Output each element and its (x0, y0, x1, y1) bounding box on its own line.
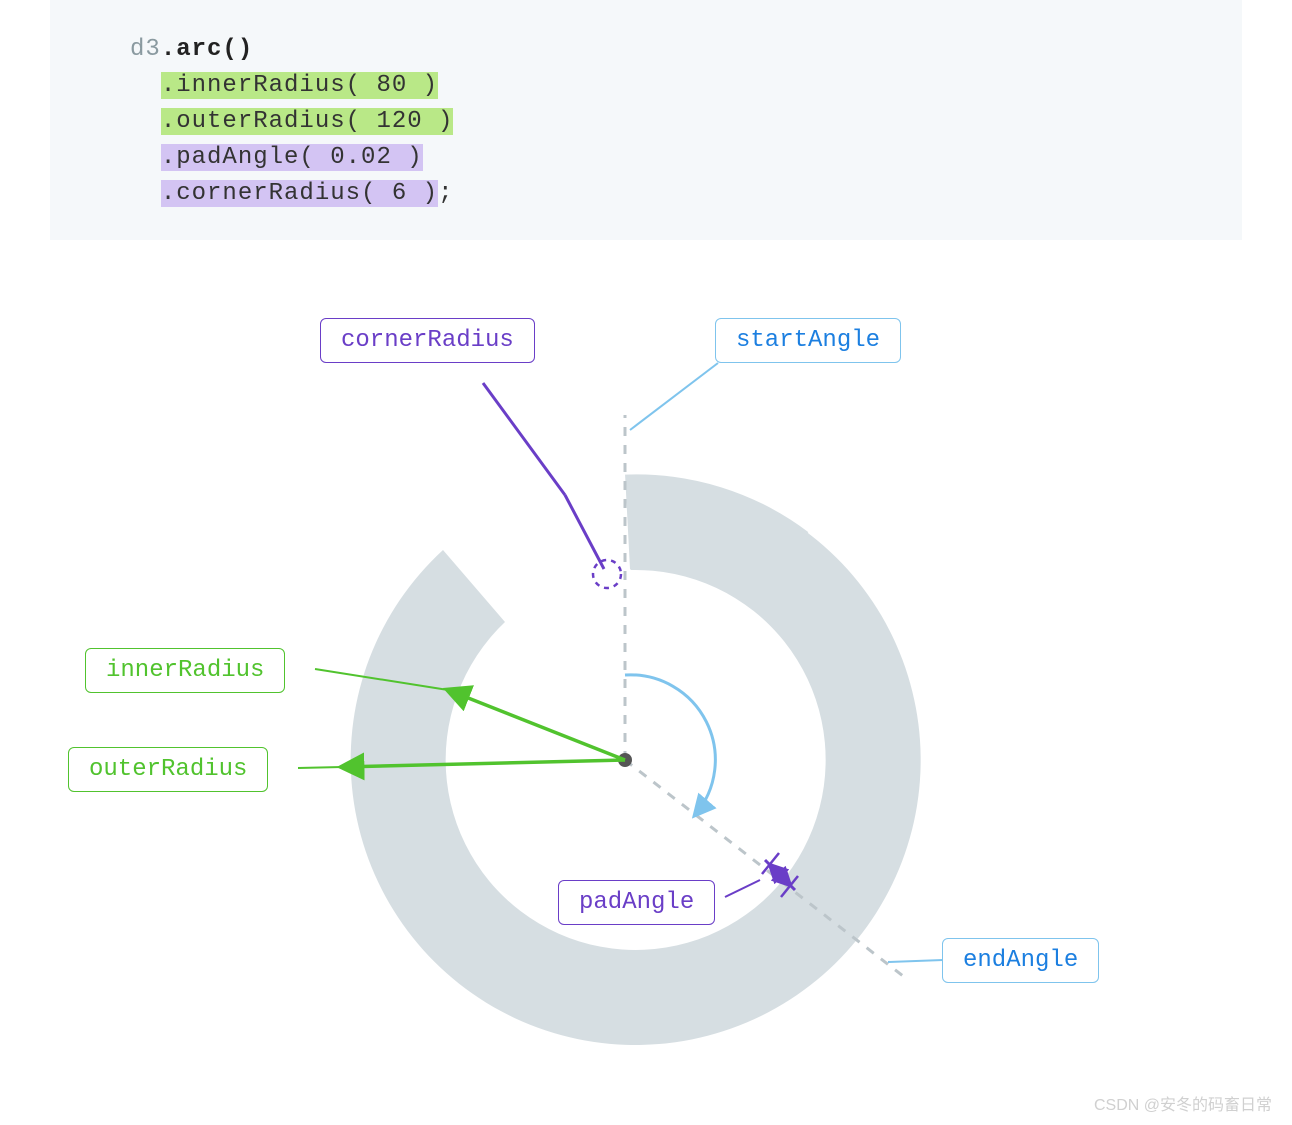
code-line-1: d3.arc() (130, 32, 1162, 68)
code-block: d3.arc() .innerRadius( 80 ) .outerRadius… (50, 0, 1242, 240)
code-line-4: .padAngle( 0.02 ) (130, 140, 1162, 176)
code-prefix: d3 (130, 36, 161, 63)
code-semicolon: ; (438, 180, 453, 207)
code-call: .arc() (161, 36, 253, 63)
label-pad-angle: padAngle (558, 880, 715, 925)
label-end-angle: endAngle (942, 938, 1099, 983)
code-line-5: .cornerRadius( 6 ); (130, 176, 1162, 212)
corner-radius-leader-2 (565, 495, 604, 569)
label-outer-radius: outerRadius (68, 747, 268, 792)
code-cornerRadius: .cornerRadius( 6 ) (161, 180, 438, 207)
end-angle-leader (888, 960, 943, 962)
corner-radius-leader-1 (483, 383, 565, 495)
inner-radius-arrow (448, 690, 625, 760)
code-innerRadius: .innerRadius( 80 ) (161, 72, 438, 99)
code-padAngle: .padAngle( 0.02 ) (161, 144, 423, 171)
label-start-angle: startAngle (715, 318, 901, 363)
label-inner-radius: innerRadius (85, 648, 285, 693)
corner-radius-circle (593, 560, 621, 588)
diagram: cornerRadius startAngle innerRadius oute… (0, 270, 1292, 1100)
code-line-3: .outerRadius( 120 ) (130, 104, 1162, 140)
start-angle-leader (630, 363, 718, 430)
label-corner-radius: cornerRadius (320, 318, 535, 363)
code-line-2: .innerRadius( 80 ) (130, 68, 1162, 104)
watermark: CSDN @安冬的码畜日常 (1094, 1091, 1272, 1115)
code-outerRadius: .outerRadius( 120 ) (161, 108, 454, 135)
arc-ring (351, 465, 921, 1045)
